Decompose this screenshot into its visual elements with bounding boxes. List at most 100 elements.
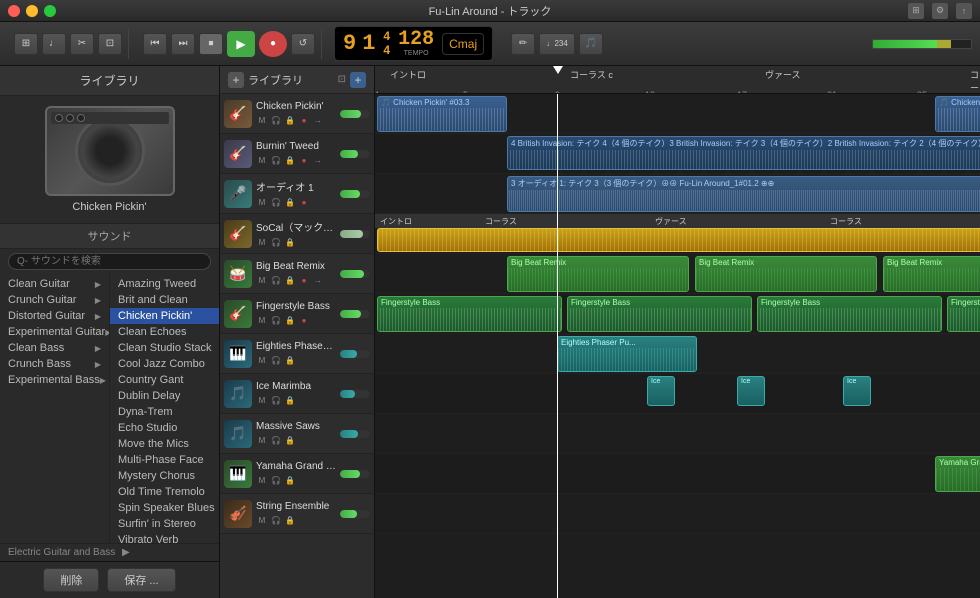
track-headphones-btn[interactable]: 🎧 [270,236,282,248]
lane-massive-saws[interactable] [375,414,980,454]
track-mute-btn[interactable]: M [256,514,268,526]
track-volume-slider[interactable] [340,110,370,118]
track-send-btn[interactable]: → [312,274,324,286]
track-mute-btn[interactable]: M [256,474,268,486]
lane-yamaha[interactable]: Yamaha Grand Hall Ya... [375,454,980,494]
score-btn[interactable]: ♩ [42,33,66,55]
clip-chicken-pickin-1[interactable]: 🎵 Chicken Pickin' #03.3 [377,96,507,132]
library-btn[interactable]: ⊞ [14,33,38,55]
tuner-btn[interactable]: 🎵 [579,33,603,55]
close-button[interactable] [8,5,20,17]
track-lock-btn[interactable]: 🔒 [284,154,296,166]
track-lock-btn[interactable]: 🔒 [284,236,296,248]
track-lock-btn[interactable]: 🔒 [284,514,296,526]
clip-fingerstyle-2[interactable]: Fingerstyle Bass [567,296,752,332]
preset-country-gant[interactable]: Country Gant [110,372,219,388]
track-volume-slider[interactable] [340,430,370,438]
track-volume-slider[interactable] [340,510,370,518]
track-headphones-btn[interactable]: 🎧 [270,114,282,126]
search-input[interactable] [8,253,211,270]
track-mute-btn[interactable]: M [256,196,268,208]
track-record-btn[interactable]: ● [298,154,310,166]
flex-btn[interactable]: ⊡ [98,33,122,55]
preset-old-time-tremolo[interactable]: Old Time Tremolo [110,484,219,500]
clip-yamaha-1[interactable]: Yamaha Grand Hall [935,456,980,492]
pencil-tool[interactable]: ✏ [511,33,535,55]
ruler[interactable]: イントロ コーラス c ヴァース コーラス 1 5 9 13 17 21 25 [375,66,980,94]
lane-burnin-tweed[interactable]: 4 British Invasion: テイク 4（4 個のテイク）3 Brit… [375,134,980,174]
track-headphones-btn[interactable]: 🎧 [270,434,282,446]
track-lock-btn[interactable]: 🔒 [284,354,296,366]
track-record-btn[interactable]: ● [298,114,310,126]
lib-cat-crunch-guitar[interactable]: Crunch Guitar▶ [0,292,109,308]
preset-clean-echoes[interactable]: Clean Echoes [110,324,219,340]
lane-ice-marimba[interactable]: Ice Ice Ice [375,374,980,414]
track-lock-btn[interactable]: 🔒 [284,196,296,208]
track-headphones-btn[interactable]: 🎧 [270,314,282,326]
track-headphones-btn[interactable]: 🎧 [270,514,282,526]
clip-bigbeat-3[interactable]: Big Beat Remix [883,256,980,292]
preset-chicken-pickin[interactable]: Chicken Pickin' [110,308,219,324]
lib-cat-experimental-guitar[interactable]: Experimental Guitar▶ [0,324,109,340]
preset-echo-studio[interactable]: Echo Studio [110,420,219,436]
track-headphones-btn[interactable]: 🎧 [270,154,282,166]
preset-mystery-chorus[interactable]: Mystery Chorus [110,468,219,484]
track-mute-btn[interactable]: M [256,274,268,286]
play-button[interactable]: ▶ [227,31,255,57]
track-headphones-btn[interactable]: 🎧 [270,394,282,406]
track-record-btn[interactable]: ● [298,314,310,326]
track-mute-btn[interactable]: M [256,434,268,446]
lane-socal[interactable]: イントロ コーラス ヴァース コーラス コーラス [375,214,980,254]
record-button[interactable]: ● [259,31,287,57]
rewind-button[interactable]: ⏮ [143,33,167,55]
preset-vibrato-verb[interactable]: Vibrato Verb [110,532,219,543]
position-display[interactable]: 9 1 4 4 128 TEMPO Cmaj [334,26,493,61]
lane-string-ensemble[interactable] [375,494,980,534]
settings-icon[interactable]: ⚙ [932,3,948,19]
maximize-button[interactable] [44,5,56,17]
save-button[interactable]: 保存 ... [107,568,175,592]
preset-surfin-in-stereo[interactable]: Surfin' in Stereo [110,516,219,532]
track-headphones-btn[interactable]: 🎧 [270,196,282,208]
track-volume-slider[interactable] [340,470,370,478]
preset-spin-speaker-blues[interactable]: Spin Speaker Blues [110,500,219,516]
clip-fingerstyle-4[interactable]: Fingerstyle Bass [947,296,980,332]
track-record-btn[interactable]: ● [298,196,310,208]
track-lock-btn[interactable]: 🔒 [284,314,296,326]
clip-ice-3[interactable]: Ice [843,376,871,406]
count-in-btn[interactable]: ♩234 [539,33,575,55]
fast-forward-button[interactable]: ⏭ [171,33,195,55]
track-headphones-btn[interactable]: 🎧 [270,474,282,486]
clip-bigbeat-1[interactable]: Big Beat Remix [507,256,689,292]
preset-dublin-delay[interactable]: Dublin Delay [110,388,219,404]
scissors-btn[interactable]: ✂ [70,33,94,55]
track-headphones-btn[interactable]: 🎧 [270,274,282,286]
lib-cat-distorted-guitar[interactable]: Distorted Guitar▶ [0,308,109,324]
clip-eighties-1[interactable]: Eighties Phaser Pu... [557,336,697,372]
lane-bigbeat[interactable]: Big Beat Remix Big Beat Remix Big Beat R… [375,254,980,294]
add-track-button[interactable]: + [228,72,244,88]
window-controls[interactable] [8,5,56,17]
stop-button[interactable]: ⏹ [199,33,223,55]
clip-ice-2[interactable]: Ice [737,376,765,406]
track-mute-btn[interactable]: M [256,394,268,406]
preset-dyna-trem[interactable]: Dyna-Trem [110,404,219,420]
track-mute-btn[interactable]: M [256,114,268,126]
track-mute-btn[interactable]: M [256,154,268,166]
library-toggle-icon[interactable]: ⊞ [908,3,924,19]
track-volume-slider[interactable] [340,390,370,398]
track-volume-slider[interactable] [340,270,370,278]
track-lock-btn[interactable]: 🔒 [284,434,296,446]
lane-fingerstyle[interactable]: Fingerstyle Bass Fingerstyle Bass Finger… [375,294,980,334]
track-mute-btn[interactable]: M [256,236,268,248]
track-lock-btn[interactable]: 🔒 [284,474,296,486]
preset-move-the-mics[interactable]: Move the Mics [110,436,219,452]
clip-fingerstyle-1[interactable]: Fingerstyle Bass [377,296,562,332]
track-lock-btn[interactable]: 🔒 [284,114,296,126]
delete-button[interactable]: 削除 [43,568,99,592]
add-track-button2[interactable]: + [350,72,366,88]
arrangement-expand-icon[interactable]: ⊡ [338,74,346,85]
track-headphones-btn[interactable]: 🎧 [270,354,282,366]
category-expand-arrow[interactable]: ▶ [122,547,130,558]
track-mute-btn[interactable]: M [256,354,268,366]
